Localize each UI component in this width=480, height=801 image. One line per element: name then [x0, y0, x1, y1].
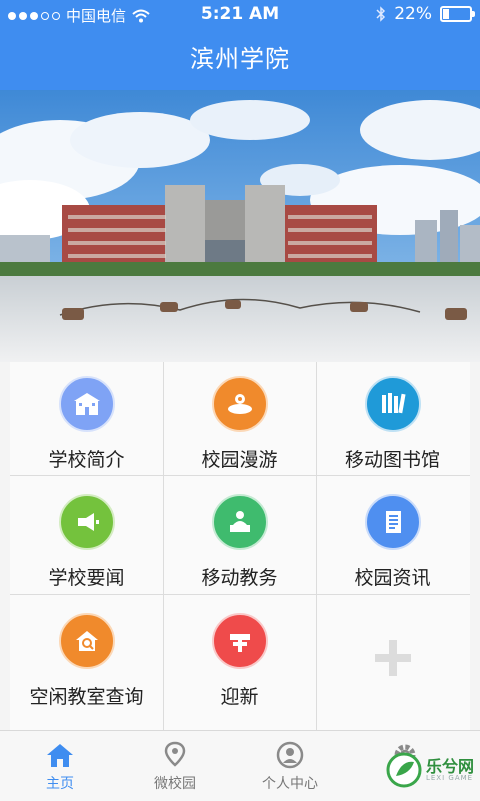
megaphone-icon [58, 494, 115, 550]
leaf-logo-icon [386, 752, 422, 788]
menu-item-campus-tour[interactable]: 校园漫游 [163, 362, 316, 480]
menu-item-welcome-new[interactable]: 迎新 [163, 599, 316, 717]
feature-grid: 学校简介 校园漫游 移动图书馆 学校要闻 移动教务 校园资讯 空闲教室查询 迎新 [10, 362, 470, 732]
menu-label: 学校要闻 [48, 567, 125, 589]
watermark-sub: LEXI GAME [425, 773, 474, 782]
library-books-icon [364, 376, 421, 432]
bluetooth-icon [376, 6, 386, 22]
menu-label: 学校简介 [48, 449, 125, 471]
plus-icon [374, 640, 411, 676]
signpost-icon [211, 613, 268, 669]
campus-banner[interactable] [0, 90, 480, 362]
menu-item-school-intro[interactable]: 学校简介 [10, 362, 163, 480]
menu-label: 空闲教室查询 [29, 686, 144, 708]
battery-icon [440, 6, 475, 22]
menu-label: 移动图书馆 [344, 449, 440, 471]
menu-label: 迎新 [220, 686, 259, 708]
menu-item-campus-info[interactable]: 校园资讯 [316, 480, 469, 598]
map-pin-icon [162, 741, 188, 769]
menu-label: 校园资讯 [354, 567, 431, 589]
watermark-logo: 乐兮网 LEXI GAME [386, 752, 474, 788]
campus-tour-icon [211, 376, 268, 432]
menu-item-mobile-academic[interactable]: 移动教务 [163, 480, 316, 598]
news-document-icon [364, 494, 421, 550]
tab-label: 主页 [46, 776, 74, 792]
tab-home[interactable]: 主页 [0, 731, 120, 801]
page-title: 滨州学院 [0, 28, 480, 90]
home-icon [45, 741, 75, 769]
menu-label: 校园漫游 [201, 449, 278, 471]
menu-label: 移动教务 [201, 567, 278, 589]
menu-item-school-news[interactable]: 学校要闻 [10, 480, 163, 598]
battery-percent: 22% [394, 4, 432, 24]
campus-photo [0, 90, 480, 362]
watermark-text: 乐兮网 [425, 756, 474, 776]
tab-personal-center[interactable]: 个人中心 [230, 731, 350, 801]
classroom-search-icon [58, 613, 115, 669]
status-bar: 中国电信 5:21 AM 22% [0, 0, 480, 28]
status-right: 22% [376, 4, 475, 24]
user-icon [276, 741, 304, 769]
tab-label: 微校园 [154, 776, 196, 792]
menu-item-mobile-library[interactable]: 移动图书馆 [316, 362, 469, 480]
teacher-desk-icon [211, 494, 268, 550]
tab-label: 个人中心 [262, 776, 318, 792]
tab-micro-campus[interactable]: 微校园 [115, 731, 235, 801]
school-building-icon [58, 376, 115, 432]
add-feature-button[interactable] [316, 599, 469, 717]
menu-item-free-classroom[interactable]: 空闲教室查询 [10, 599, 163, 717]
